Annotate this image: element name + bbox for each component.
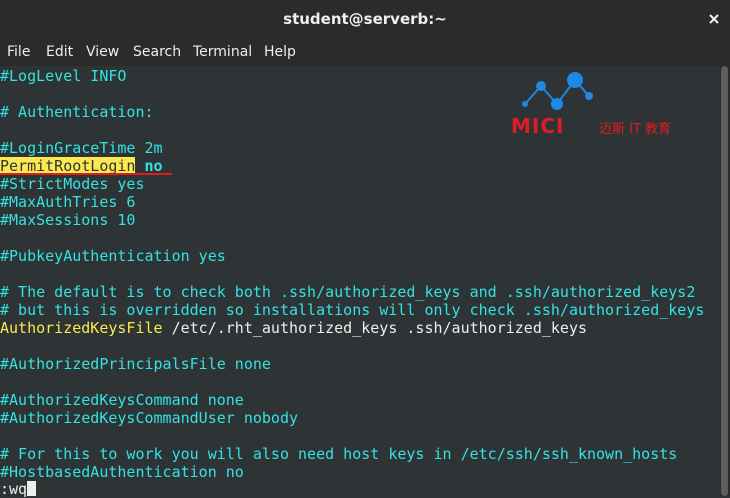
text-cursor: [27, 481, 37, 496]
close-icon: [709, 14, 719, 24]
terminal-line: #MaxAuthTries 6: [0, 193, 136, 211]
window-titlebar: student@serverb:~: [0, 0, 730, 38]
menu-help[interactable]: Help: [264, 38, 296, 66]
molecule-logo-icon: [522, 72, 593, 110]
menu-search[interactable]: Search: [133, 38, 181, 66]
terminal-line: #AuthorizedKeysCommandUser nobody: [0, 409, 299, 427]
terminal-line: #PubkeyAuthentication yes: [0, 247, 226, 265]
authorized-keys-line: AuthorizedKeysFile /etc/.rht_authorized_…: [0, 319, 587, 337]
terminal-line: # but this is overridden so installation…: [0, 301, 705, 319]
terminal-line: #HostbasedAuthentication no: [0, 463, 244, 481]
menu-file[interactable]: File: [7, 38, 30, 66]
menu-edit[interactable]: Edit: [46, 38, 73, 66]
logo-tagline: 迈斯 IT 教育: [599, 122, 672, 137]
terminal-line: #AuthorizedPrincipalsFile none: [0, 355, 271, 373]
authorized-keys-key: AuthorizedKeysFile: [0, 319, 163, 337]
terminal-line: #StrictModes yes: [0, 175, 145, 193]
scrollbar-thumb[interactable]: [721, 66, 728, 496]
logo-brand-text: MICI: [511, 114, 565, 138]
close-button[interactable]: [706, 11, 722, 27]
menu-terminal[interactable]: Terminal: [193, 38, 252, 66]
window-title: student@serverb:~: [283, 10, 447, 28]
command-text: :wq: [0, 480, 28, 498]
menu-view[interactable]: View: [86, 38, 119, 66]
terminal-line: #MaxSessions 10: [0, 211, 136, 229]
mici-logo: MICI 迈斯 IT 教育: [511, 70, 691, 138]
terminal-line: #AuthorizedKeysCommand none: [0, 391, 244, 409]
vertical-scrollbar[interactable]: [720, 66, 730, 496]
vim-command-line[interactable]: :wq: [0, 480, 37, 498]
authorized-keys-value: /etc/.rht_authorized_keys .ssh/authorize…: [162, 319, 588, 337]
terminal-line: #LoginGraceTime 2m: [0, 139, 163, 157]
terminal-line: # The default is to check both .ssh/auth…: [0, 283, 696, 301]
terminal-line: # For this to work you will also need ho…: [0, 445, 678, 463]
terminal-line: #LogLevel INFO: [0, 67, 127, 85]
terminal-line: # Authentication:: [0, 103, 154, 121]
menu-bar: File Edit View Search Terminal Help: [0, 38, 730, 66]
